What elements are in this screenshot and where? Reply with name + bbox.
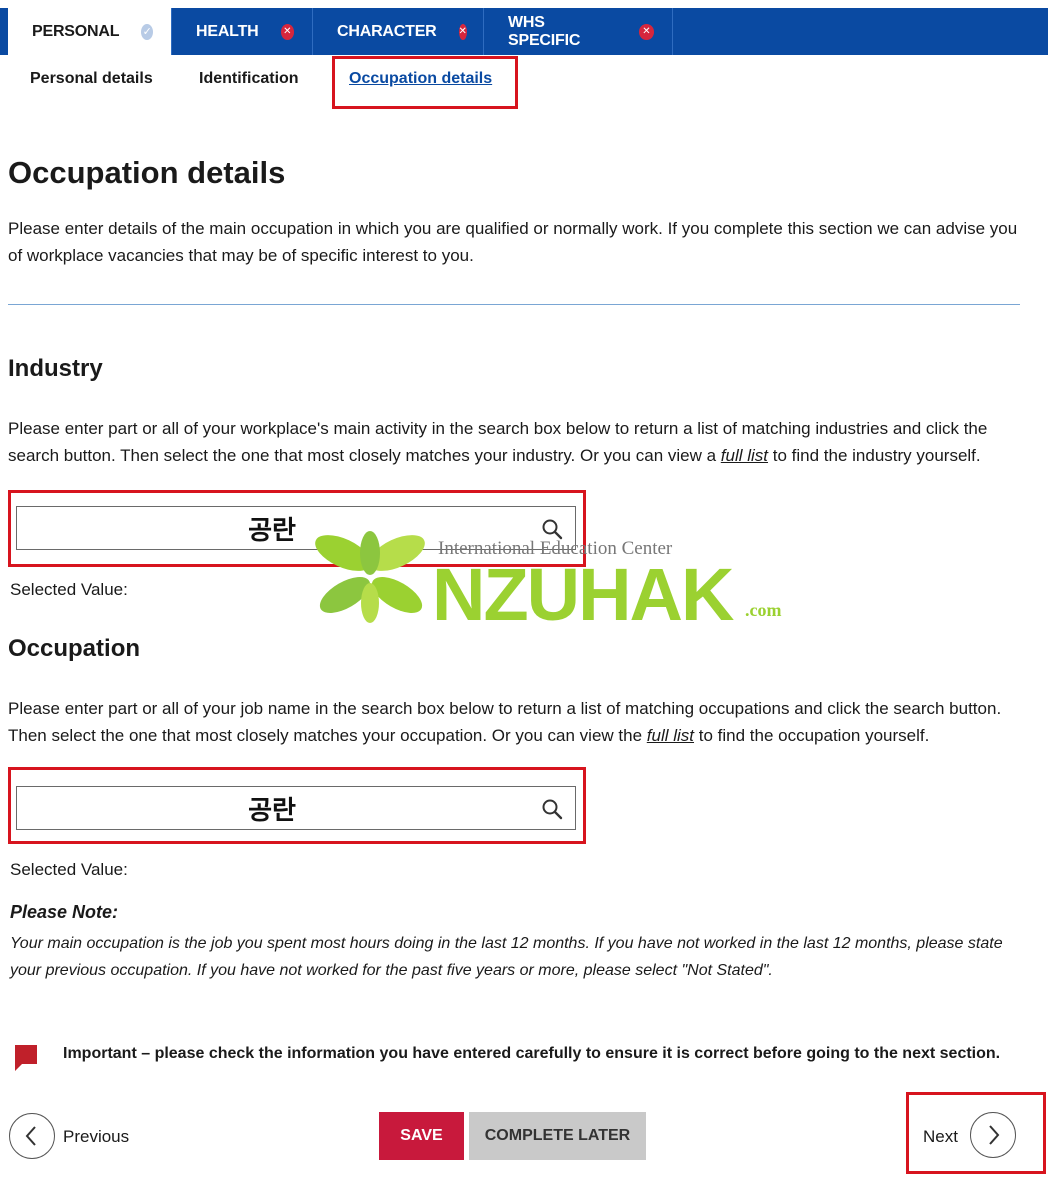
error-icon: ✕	[280, 23, 294, 40]
occupation-heading: Occupation	[8, 635, 141, 662]
tab-personal[interactable]: PERSONAL ✓	[0, 8, 172, 55]
highlight-box	[8, 767, 586, 844]
complete-later-button[interactable]: COMPLETE LATER	[469, 1112, 646, 1160]
previous-label[interactable]: Previous	[63, 1127, 129, 1147]
sub-navigation: Personal details Identification Occupati…	[0, 70, 1048, 94]
tab-health-label: HEALTH	[196, 22, 259, 40]
industry-selected-value: Selected Value:	[10, 580, 128, 599]
industry-full-list-link[interactable]: full list	[721, 446, 768, 465]
watermark-brand: NZUHAK	[432, 553, 734, 636]
previous-button[interactable]	[9, 1113, 55, 1159]
section-tab-bar: PERSONAL ✓ HEALTH ✕ CHARACTER ✕ WHS SPEC…	[0, 8, 1048, 55]
tab-whs-specific[interactable]: WHS SPECIFIC ✕	[484, 8, 673, 55]
tab-character[interactable]: CHARACTER ✕	[313, 8, 484, 55]
note-title: Please Note:	[10, 902, 119, 922]
important-message: Important – please check the information…	[63, 1045, 1001, 1062]
chevron-left-icon	[25, 1126, 36, 1146]
occupation-description: Please enter part or all of your job nam…	[8, 695, 1028, 773]
page-intro: Please enter details of the main occupat…	[8, 219, 1018, 265]
tab-character-label: CHARACTER	[337, 22, 437, 40]
note-body: Your main occupation is the job you spen…	[10, 935, 1003, 979]
subnav-identification[interactable]: Identification	[199, 70, 299, 88]
occupation-desc-end: to find the occupation yourself.	[694, 726, 930, 745]
occupation-full-list-link[interactable]: full list	[647, 726, 694, 745]
section-divider	[8, 304, 1020, 305]
highlight-box	[332, 56, 518, 109]
subnav-personal-details[interactable]: Personal details	[30, 70, 153, 88]
industry-heading: Industry	[8, 355, 103, 382]
industry-desc-end: to find the industry yourself.	[768, 446, 981, 465]
flag-icon	[15, 1045, 37, 1071]
tab-personal-label: PERSONAL	[32, 22, 120, 40]
occupation-selected-value: Selected Value:	[10, 860, 128, 879]
tab-health[interactable]: HEALTH ✕	[172, 8, 313, 55]
watermark-suffix: .com	[745, 600, 782, 620]
error-icon: ✕	[638, 23, 654, 40]
error-icon: ✕	[458, 23, 467, 40]
highlight-box	[906, 1092, 1046, 1174]
tab-whs-specific-label: WHS SPECIFIC	[508, 13, 581, 49]
check-icon: ✓	[141, 23, 153, 40]
page-title: Occupation details	[8, 155, 286, 190]
industry-description: Please enter part or all of your workpla…	[8, 415, 1028, 493]
watermark-leaf-logo	[315, 531, 425, 623]
save-button[interactable]: SAVE	[379, 1112, 464, 1160]
